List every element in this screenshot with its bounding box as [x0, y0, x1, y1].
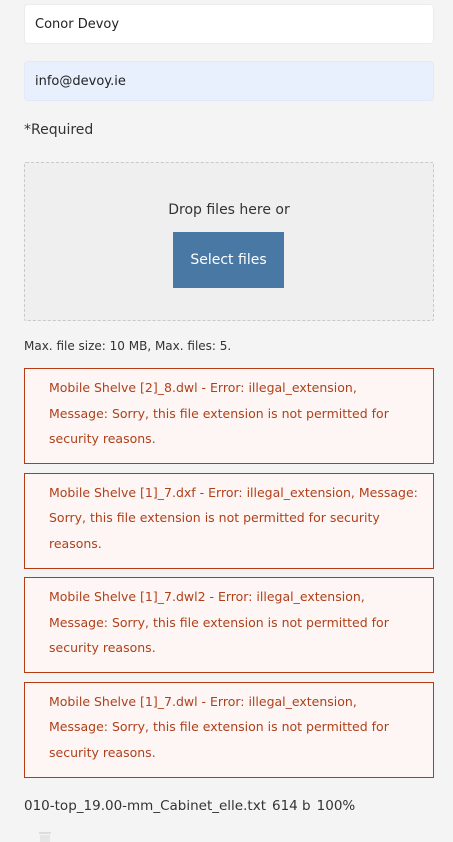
error-message: Mobile Shelve [1]_7.dwl2 - Error: illega… — [24, 577, 434, 673]
file-size: 614 b — [272, 798, 311, 814]
file-progress: 100% — [316, 798, 356, 814]
file-dropzone[interactable]: Drop files here or Select files — [24, 162, 434, 321]
error-text: Mobile Shelve [1]_7.dwl2 - Error: illega… — [49, 589, 389, 655]
error-message: Mobile Shelve [1]_7.dwl - Error: illegal… — [24, 681, 434, 778]
error-message: Mobile Shelve [1]_7.dxf - Error: illegal… — [24, 472, 434, 569]
error-list: Mobile Shelve [2]_8.dwl - Error: illegal… — [24, 368, 434, 786]
select-files-button[interactable]: Select files — [173, 232, 284, 288]
error-message: Mobile Shelve [2]_8.dwl - Error: illegal… — [24, 368, 434, 464]
uploaded-file-row: 010-top_19.00-mm_Cabinet_elle.txt 614 b 10… — [24, 798, 361, 814]
dropzone-text: Drop files here or — [168, 202, 290, 218]
required-note: *Required — [24, 122, 94, 138]
error-text: Mobile Shelve [2]_8.dwl - Error: illegal… — [49, 380, 389, 446]
name-field[interactable] — [24, 4, 434, 44]
file-name: 010-top_19.00-mm_Cabinet_elle.txt — [24, 798, 266, 814]
error-text: Mobile Shelve [1]_7.dwl - Error: illegal… — [49, 693, 389, 760]
error-text: Mobile Shelve [1]_7.dxf - Error: illegal… — [49, 484, 418, 551]
email-field[interactable] — [24, 61, 434, 101]
upload-limits: Max. file size: 10 MB, Max. files: 5. — [24, 339, 232, 353]
trash-icon[interactable] — [37, 832, 53, 842]
